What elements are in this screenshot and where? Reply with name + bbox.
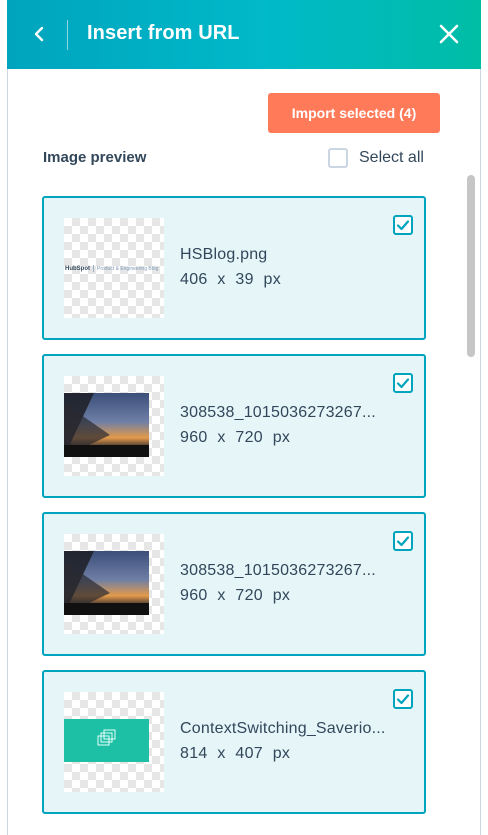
- back-button[interactable]: [25, 20, 53, 48]
- logo-caption: Product & Engineering Blog: [97, 265, 159, 272]
- image-card[interactable]: HubSpot Product & Engineering Blog HSBlo…: [42, 196, 426, 340]
- image-card[interactable]: 308538_1015036273267... 960 x 720 px: [42, 354, 426, 498]
- panel-header: Insert from URL: [7, 0, 481, 69]
- sunset-photo: [64, 393, 149, 457]
- panel-title: Insert from URL: [87, 22, 240, 44]
- image-dimensions: 406 x 39 px: [180, 271, 282, 288]
- image-card[interactable]: ContextSwitching_Saverio... 814 x 407 px: [42, 670, 426, 814]
- image-filename: HSBlog.png: [180, 246, 268, 263]
- image-checkbox[interactable]: [393, 215, 413, 235]
- teal-slide: [64, 719, 149, 762]
- image-dimensions: 960 x 720 px: [180, 587, 291, 604]
- image-card[interactable]: 308538_1015036273267... 960 x 720 px: [42, 512, 426, 656]
- select-all-label: Select all: [359, 149, 424, 166]
- image-dimensions: 960 x 720 px: [180, 429, 291, 446]
- logo-brand: HubSpot: [65, 265, 90, 272]
- image-dimensions: 814 x 407 px: [180, 745, 291, 762]
- close-button[interactable]: [436, 21, 462, 47]
- image-preview-heading: Image preview: [43, 149, 147, 166]
- image-filename: ContextSwitching_Saverio...: [180, 720, 386, 737]
- hubspot-logo: HubSpot Product & Engineering Blog: [64, 264, 164, 273]
- sunset-photo: [64, 551, 149, 615]
- sunset-photo-thumbnail: [64, 534, 164, 634]
- image-checkbox[interactable]: [393, 531, 413, 551]
- image-checkbox[interactable]: [393, 689, 413, 709]
- insert-from-url-panel: Insert from URL Import selected (4) Imag…: [0, 0, 488, 835]
- select-all-box[interactable]: [328, 148, 348, 168]
- image-filename: 308538_1015036273267...: [180, 404, 376, 421]
- close-icon: [439, 24, 459, 44]
- checkmark-icon: [396, 220, 410, 231]
- import-selected-button[interactable]: Import selected (4): [268, 93, 440, 133]
- checkmark-icon: [396, 694, 410, 705]
- select-all-checkbox[interactable]: Select all: [328, 147, 424, 169]
- sunset-photo-thumbnail: [64, 376, 164, 476]
- layers-icon: [97, 729, 116, 746]
- header-divider: [67, 20, 68, 50]
- image-filename: 308538_1015036273267...: [180, 562, 376, 579]
- hubspot-logo-thumbnail: HubSpot Product & Engineering Blog: [64, 218, 164, 318]
- image-checkbox[interactable]: [393, 373, 413, 393]
- logo-separator: [93, 265, 94, 272]
- chevron-left-icon: [34, 26, 44, 42]
- checkmark-icon: [396, 378, 410, 389]
- scrollbar-thumb[interactable]: [467, 175, 475, 357]
- checkmark-icon: [396, 536, 410, 547]
- teal-slide-thumbnail: [64, 692, 164, 792]
